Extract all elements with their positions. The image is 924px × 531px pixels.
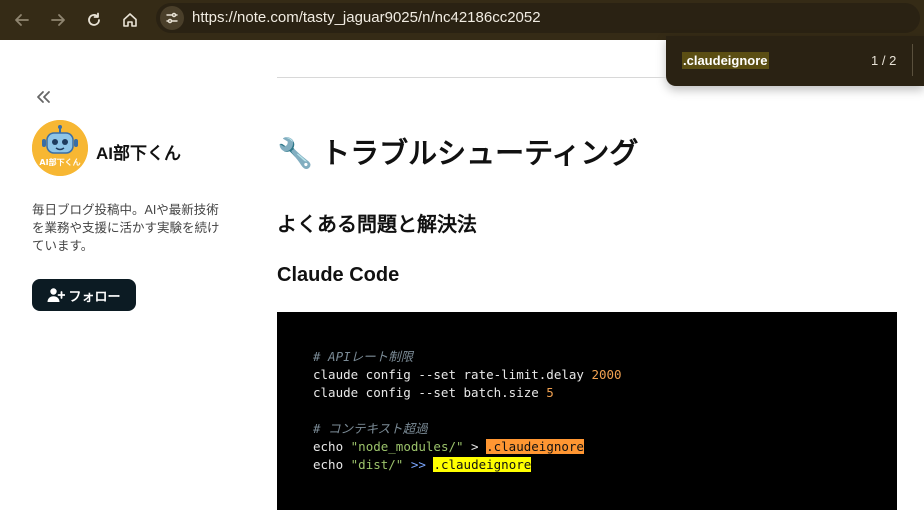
code-number: 2000 [591,367,622,382]
code-comment: # APIレート制限 [313,349,414,364]
follow-button[interactable]: フォロー [32,279,136,311]
find-match-count: 1 / 2 [871,53,897,68]
follow-label: フォロー [68,288,121,304]
author-name[interactable]: AI部下くん [96,139,181,164]
url-text[interactable]: https://note.com/tasty_jaguar9025/n/nc42… [192,9,541,26]
back-icon[interactable] [8,6,36,34]
code-string: "node_modules/" [350,439,464,454]
site-settings-icon[interactable] [160,6,184,30]
author-bio: 毎日ブログ投稿中。AIや最新技術を業務や支援に活かす実験を続けています。 [32,203,220,253]
code-block: # APIレート制限 claude config --set rate-limi… [277,312,897,510]
address-bar[interactable]: https://note.com/tasty_jaguar9025/n/nc42… [156,3,920,33]
add-user-icon [47,288,66,302]
find-divider [912,44,913,76]
subsection-heading: よくある問題と解決法 [277,214,477,236]
reload-icon[interactable] [80,6,108,34]
code-command: echo [313,439,351,454]
code-command: claude config --set batch.size [313,385,547,400]
forward-icon[interactable] [44,6,72,34]
avatar[interactable]: AI部下くん [32,120,88,176]
code-command: echo [313,457,351,472]
find-bar: .claudeignore 1 / 2 [666,36,924,86]
find-highlight: .claudeignore [433,457,532,472]
code-command: claude config --set rate-limit.delay [313,367,592,382]
code-comment: # コンテキスト超過 [313,421,428,436]
find-highlight-current: .claudeignore [486,439,584,454]
code-operator: >> [403,457,434,472]
find-input[interactable]: .claudeignore [682,52,769,69]
tool-heading: Claude Code [277,264,400,286]
avatar-label: AI部下くん [39,157,80,167]
divider [277,77,666,78]
code-number: 5 [546,385,554,400]
wrench-icon: 🔧 [277,138,314,170]
home-icon[interactable] [116,6,144,34]
code-operator: > [463,439,487,454]
code-string: "dist/" [350,457,404,472]
section-heading: 🔧 トラブルシューティング [277,130,638,172]
section-heading-text: トラブルシューティング [321,138,639,170]
browser-toolbar: https://note.com/tasty_jaguar9025/n/nc42… [0,0,924,40]
collapse-sidebar-icon[interactable] [32,86,56,108]
